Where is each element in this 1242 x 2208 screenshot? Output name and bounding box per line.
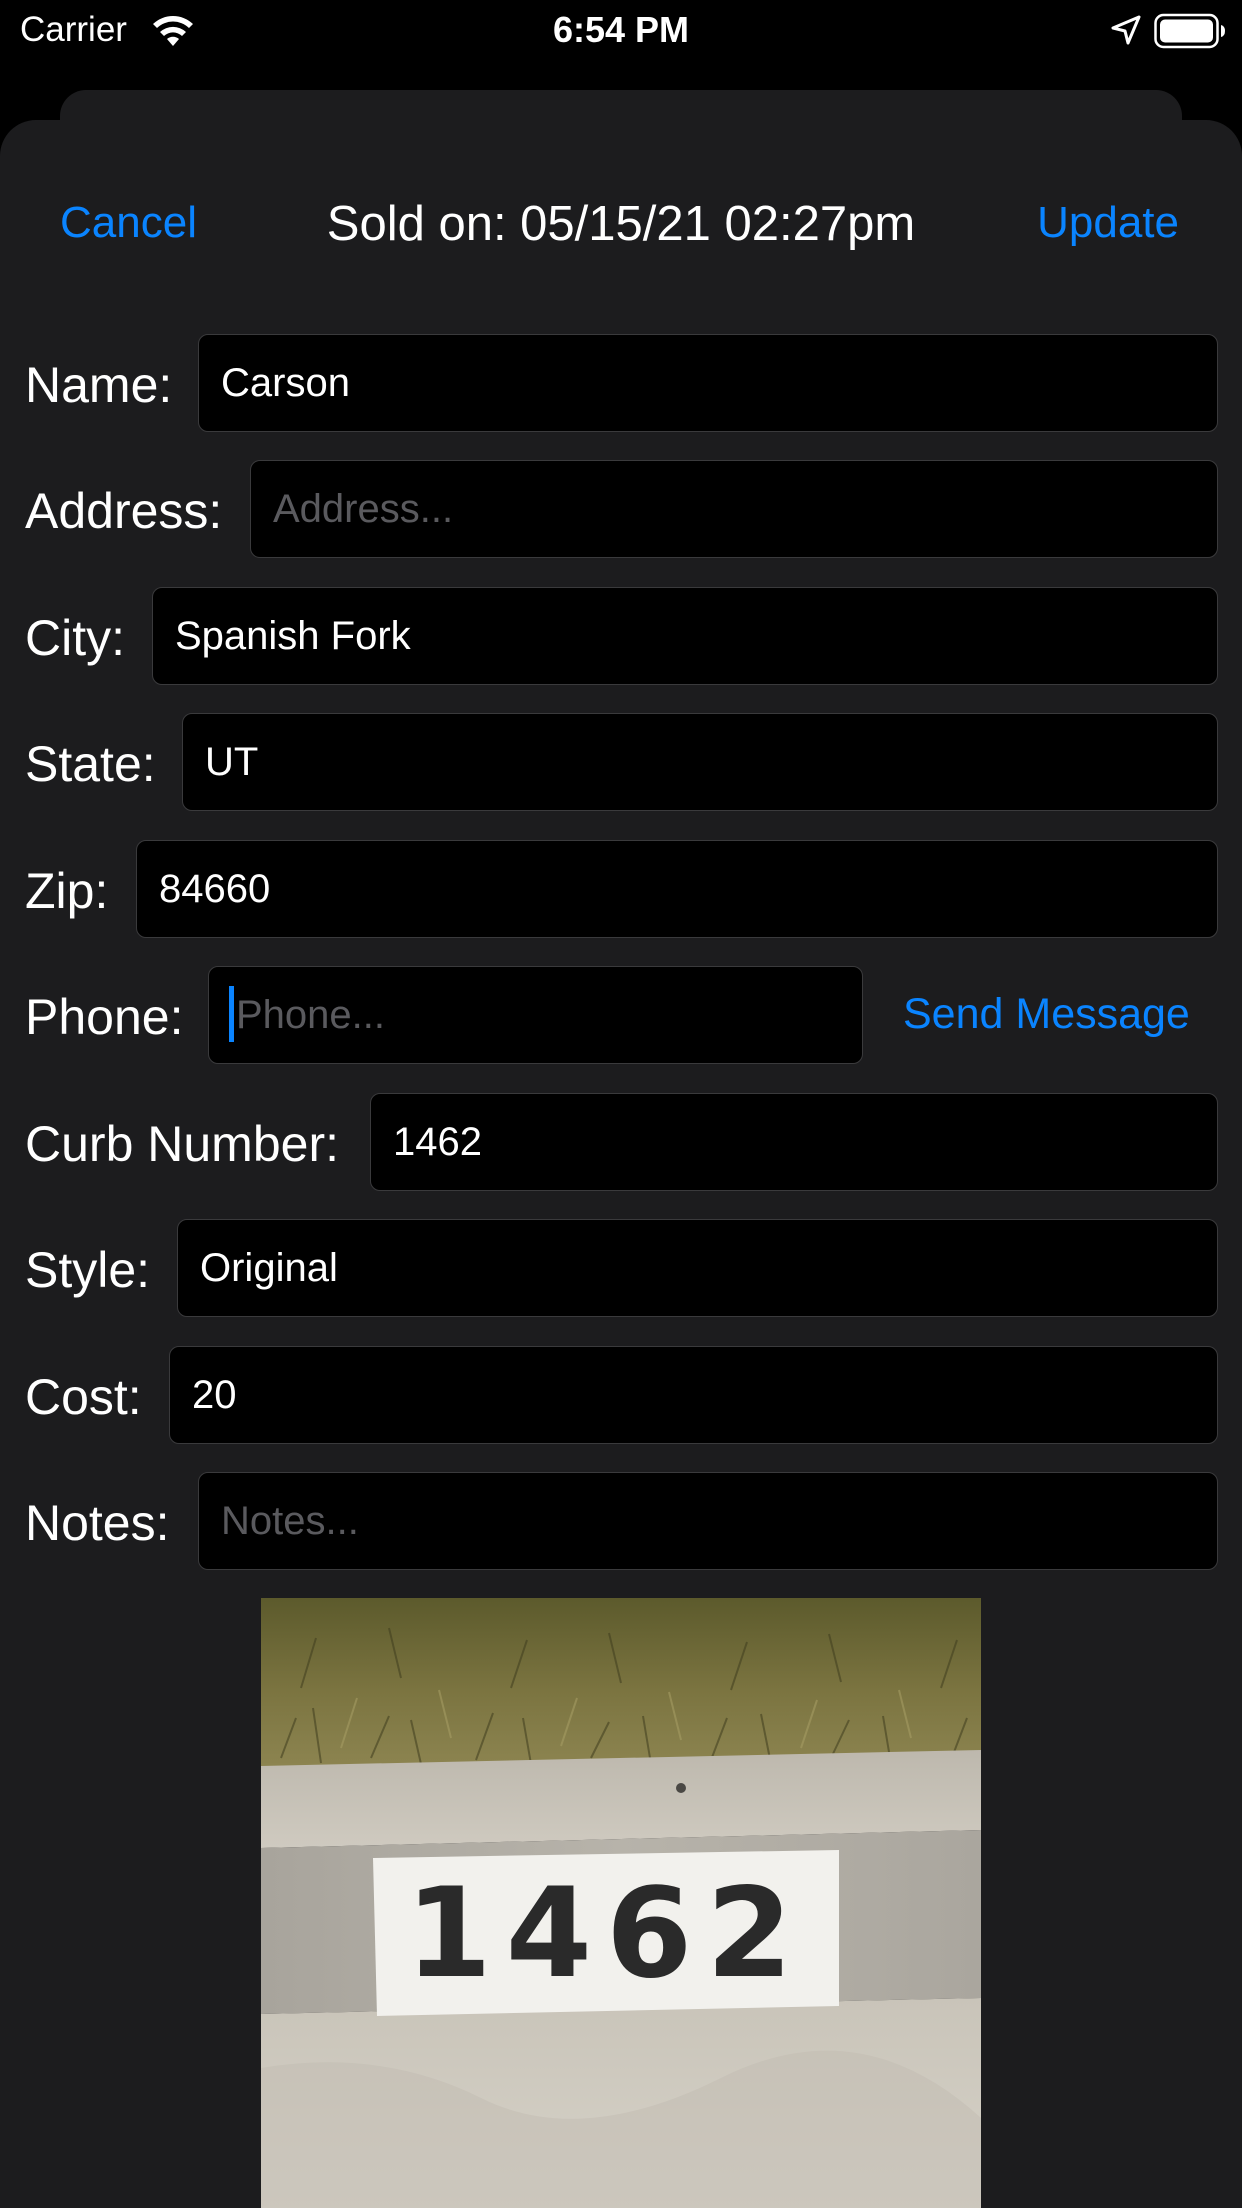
- state-value: UT: [205, 740, 259, 784]
- battery-icon: [1154, 13, 1225, 49]
- curb-number-value: 1462: [393, 1120, 482, 1164]
- zip-row: Zip: 84660: [0, 840, 1242, 942]
- cost-label: Cost:: [25, 1369, 142, 1425]
- address-label: Address:: [25, 483, 223, 539]
- state-label: State:: [25, 736, 156, 792]
- style-label: Style:: [25, 1242, 151, 1298]
- notes-label: Notes:: [25, 1495, 170, 1551]
- curb-number-label: Curb Number:: [25, 1116, 339, 1172]
- zip-value: 84660: [159, 867, 271, 911]
- address-row: Address: Address...: [0, 460, 1242, 562]
- painted-curb-number: 1462: [405, 1862, 806, 2006]
- curb-photo[interactable]: 1462: [261, 1598, 981, 2208]
- curb-number-row: Curb Number: 1462: [0, 1093, 1242, 1195]
- location-arrow-icon: [1111, 15, 1141, 45]
- name-row: Name: Carson: [0, 334, 1242, 436]
- address-field[interactable]: Address...: [250, 460, 1218, 558]
- phone-placeholder: Phone...: [236, 993, 386, 1037]
- status-time: 6:54 PM: [552, 9, 690, 50]
- send-message-button[interactable]: Send Message: [903, 990, 1190, 1039]
- zip-field[interactable]: 84660: [136, 840, 1218, 938]
- edit-sale-sheet: Cancel Sold on: 05/15/21 02:27pm Update …: [0, 120, 1242, 2208]
- curb-number-field[interactable]: 1462: [370, 1093, 1218, 1191]
- cost-field[interactable]: 20: [169, 1346, 1218, 1444]
- zip-label: Zip:: [25, 863, 109, 919]
- cost-value: 20: [192, 1373, 237, 1417]
- name-field[interactable]: Carson: [198, 334, 1218, 432]
- city-label: City:: [25, 610, 125, 666]
- status-bar: Carrier 6:54 PM: [0, 0, 1242, 64]
- name-value: Carson: [221, 361, 350, 405]
- address-placeholder: Address...: [273, 487, 454, 531]
- text-cursor: [229, 986, 234, 1043]
- notes-row: Notes: Notes...: [0, 1472, 1242, 1574]
- curb-photo-image: 1462: [261, 1598, 981, 2208]
- update-button[interactable]: Update: [1037, 198, 1179, 248]
- city-row: City: Spanish Fork: [0, 587, 1242, 689]
- city-value: Spanish Fork: [175, 614, 411, 658]
- style-field[interactable]: Original: [177, 1219, 1218, 1317]
- city-field[interactable]: Spanish Fork: [152, 587, 1218, 685]
- notes-field[interactable]: Notes...: [198, 1472, 1218, 1570]
- notes-placeholder: Notes...: [221, 1499, 359, 1543]
- phone-row: Phone: Phone... Send Message: [0, 966, 1242, 1068]
- style-value: Original: [200, 1246, 338, 1290]
- state-field[interactable]: UT: [182, 713, 1218, 811]
- phone-field[interactable]: Phone...: [208, 966, 863, 1064]
- navigation-bar: Cancel Sold on: 05/15/21 02:27pm Update: [0, 120, 1242, 330]
- name-label: Name:: [25, 357, 173, 413]
- phone-label: Phone:: [25, 989, 184, 1045]
- style-row: Style: Original: [0, 1219, 1242, 1321]
- state-row: State: UT: [0, 713, 1242, 815]
- cost-row: Cost: 20: [0, 1346, 1242, 1448]
